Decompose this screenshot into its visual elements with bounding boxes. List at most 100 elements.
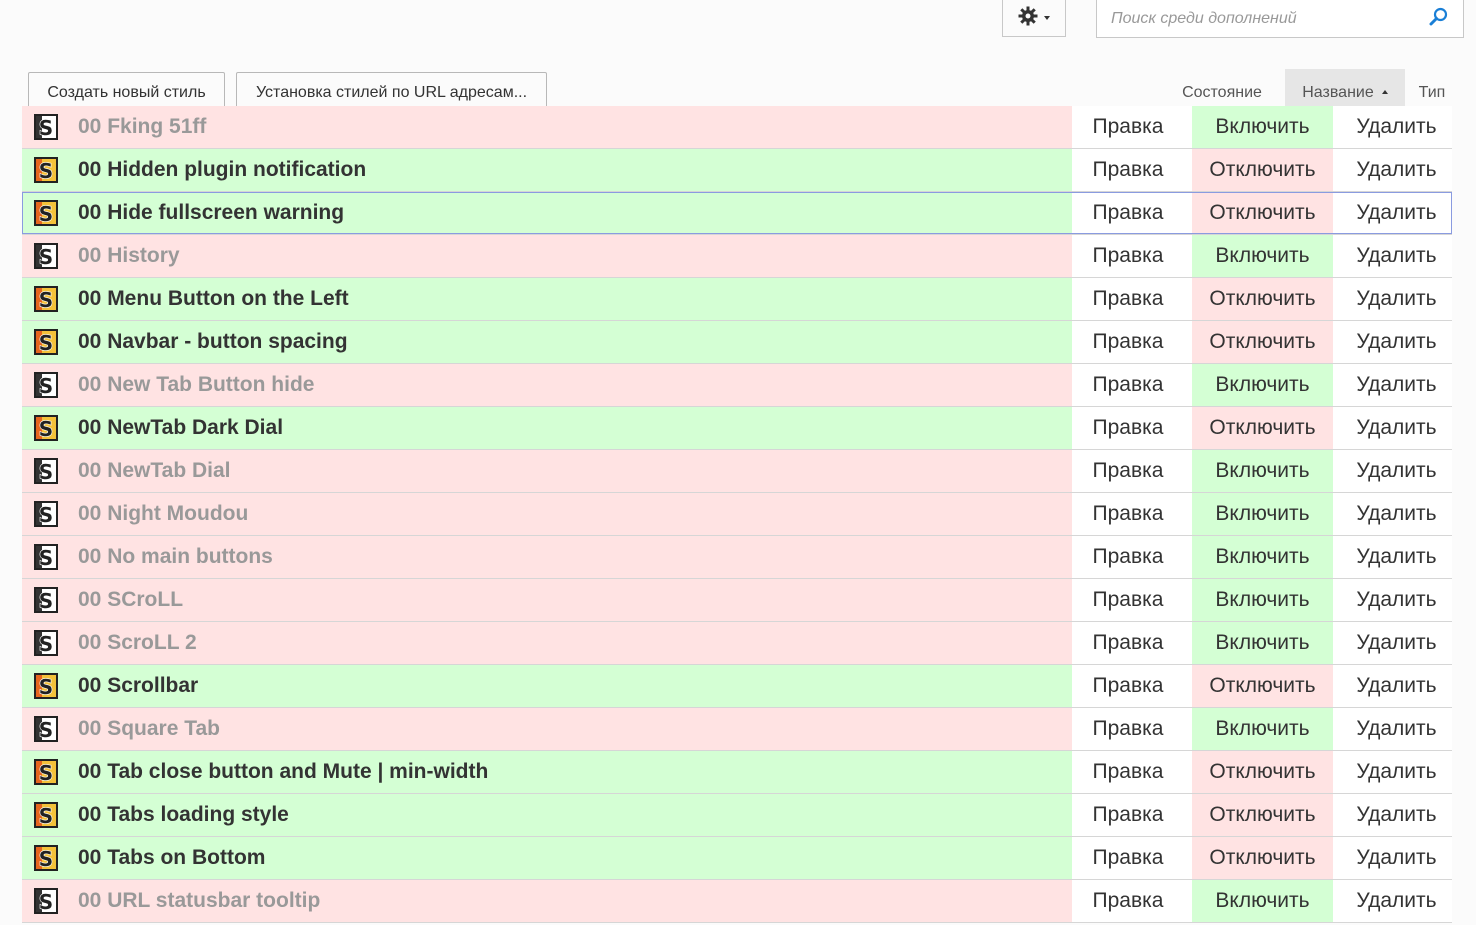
style-row[interactable]: S 00 Tabs loading style Правка Отключить Уда… bbox=[22, 794, 1452, 837]
style-row[interactable]: S 00 Scrollbar Правка Отключить Удалить bbox=[22, 665, 1452, 708]
style-name: 00 Tabs on Bottom bbox=[78, 846, 266, 869]
edit-button[interactable]: Правка bbox=[1072, 880, 1184, 922]
style-icon: S bbox=[22, 149, 70, 191]
disable-button[interactable]: Отключить bbox=[1192, 149, 1333, 191]
style-row[interactable]: S 00 Tab close button and Mute | min-widt… bbox=[22, 751, 1452, 794]
remove-button[interactable]: Удалить bbox=[1341, 106, 1452, 148]
style-icon: S bbox=[22, 235, 70, 277]
edit-button[interactable]: Правка bbox=[1072, 708, 1184, 750]
remove-button[interactable]: Удалить bbox=[1341, 880, 1452, 922]
remove-button[interactable]: Удалить bbox=[1341, 751, 1452, 793]
remove-button[interactable]: Удалить bbox=[1341, 235, 1452, 277]
remove-button[interactable]: Удалить bbox=[1341, 536, 1452, 578]
remove-button[interactable]: Удалить bbox=[1341, 708, 1452, 750]
edit-button[interactable]: Правка bbox=[1072, 794, 1184, 836]
style-row[interactable]: S 00 Menu Button on the Left Правка Отключи… bbox=[22, 278, 1452, 321]
search-icon[interactable] bbox=[1429, 7, 1449, 32]
remove-button[interactable]: Удалить bbox=[1341, 149, 1452, 191]
enable-button[interactable]: Включить bbox=[1192, 579, 1333, 621]
style-name: 00 Menu Button on the Left bbox=[78, 287, 349, 310]
edit-button[interactable]: Правка bbox=[1072, 751, 1184, 793]
edit-button[interactable]: Правка bbox=[1072, 665, 1184, 707]
spacer bbox=[1184, 407, 1192, 449]
disable-button[interactable]: Отключить bbox=[1192, 407, 1333, 449]
spacer bbox=[1333, 235, 1341, 277]
disable-button[interactable]: Отключить bbox=[1192, 751, 1333, 793]
style-row[interactable]: S 00 Hide fullscreen warning Правка Отключи… bbox=[22, 192, 1452, 235]
remove-button[interactable]: Удалить bbox=[1341, 450, 1452, 492]
enable-button[interactable]: Включить bbox=[1192, 106, 1333, 148]
style-row[interactable]: S 00 History Правка Включить Удалить bbox=[22, 235, 1452, 278]
remove-button[interactable]: Удалить bbox=[1341, 407, 1452, 449]
spacer bbox=[1184, 708, 1192, 750]
style-name: 00 Tab close button and Mute | min-width bbox=[78, 760, 489, 783]
disable-button[interactable]: Отключить bbox=[1192, 321, 1333, 363]
style-row[interactable]: S 00 Night Moudou Правка Включить Удалить bbox=[22, 493, 1452, 536]
edit-button[interactable]: Правка bbox=[1072, 622, 1184, 664]
enable-button[interactable]: Включить bbox=[1192, 493, 1333, 535]
edit-button[interactable]: Правка bbox=[1072, 278, 1184, 320]
style-row[interactable]: S 00 URL statusbar tooltip Правка Включить У… bbox=[22, 880, 1452, 923]
disable-button[interactable]: Отключить bbox=[1192, 278, 1333, 320]
remove-button[interactable]: Удалить bbox=[1341, 321, 1452, 363]
remove-button[interactable]: Удалить bbox=[1341, 665, 1452, 707]
remove-button[interactable]: Удалить bbox=[1341, 278, 1452, 320]
disable-button[interactable]: Отключить bbox=[1192, 192, 1333, 234]
spacer bbox=[1333, 622, 1341, 664]
edit-button[interactable]: Правка bbox=[1072, 536, 1184, 578]
enable-button[interactable]: Включить bbox=[1192, 235, 1333, 277]
style-row[interactable]: S 00 No main buttons Правка Включить Удалить bbox=[22, 536, 1452, 579]
svg-text:S: S bbox=[39, 374, 53, 398]
disable-button[interactable]: Отключить bbox=[1192, 837, 1333, 879]
enable-button[interactable]: Включить bbox=[1192, 880, 1333, 922]
style-row[interactable]: S 00 New Tab Button hide Правка Включить Уда… bbox=[22, 364, 1452, 407]
spacer bbox=[1333, 794, 1341, 836]
settings-menu-button[interactable] bbox=[1002, 0, 1066, 37]
style-row[interactable]: S 00 Square Tab Правка Включить Удалить bbox=[22, 708, 1452, 751]
remove-button[interactable]: Удалить bbox=[1341, 794, 1452, 836]
enable-button[interactable]: Включить bbox=[1192, 450, 1333, 492]
edit-button[interactable]: Правка bbox=[1072, 837, 1184, 879]
remove-button[interactable]: Удалить bbox=[1341, 192, 1452, 234]
edit-button[interactable]: Правка bbox=[1072, 450, 1184, 492]
enable-button[interactable]: Включить bbox=[1192, 364, 1333, 406]
enable-button[interactable]: Включить bbox=[1192, 708, 1333, 750]
edit-button[interactable]: Правка bbox=[1072, 321, 1184, 363]
style-row[interactable]: S 00 NewTab Dark Dial Правка Отключить Удали… bbox=[22, 407, 1452, 450]
enable-button[interactable]: Включить bbox=[1192, 622, 1333, 664]
sort-ascending-icon bbox=[1381, 90, 1388, 94]
spacer bbox=[1184, 579, 1192, 621]
style-icon: S bbox=[22, 493, 70, 535]
remove-button[interactable]: Удалить bbox=[1341, 622, 1452, 664]
svg-text:S: S bbox=[39, 890, 53, 914]
style-row[interactable]: S 00 Navbar - button spacing Правка Отключи… bbox=[22, 321, 1452, 364]
spacer bbox=[1333, 192, 1341, 234]
edit-button[interactable]: Правка bbox=[1072, 235, 1184, 277]
style-name: 00 New Tab Button hide bbox=[78, 373, 315, 396]
edit-button[interactable]: Правка bbox=[1072, 493, 1184, 535]
edit-button[interactable]: Правка bbox=[1072, 149, 1184, 191]
style-row[interactable]: S 00 SCroLL Правка Включить Удалить bbox=[22, 579, 1452, 622]
enable-button[interactable]: Включить bbox=[1192, 536, 1333, 578]
remove-button[interactable]: Удалить bbox=[1341, 493, 1452, 535]
svg-text:S: S bbox=[39, 116, 53, 140]
style-row[interactable]: S 00 NewTab Dial Правка Включить Удалить bbox=[22, 450, 1452, 493]
style-row[interactable]: S 00 Tabs on Bottom Правка Отключить Удалить bbox=[22, 837, 1452, 880]
style-row[interactable]: S 00 Fking 51ff Правка Включить Удалить bbox=[22, 106, 1452, 149]
style-row[interactable]: S 00 ScroLL 2 Правка Включить Удалить bbox=[22, 622, 1452, 665]
remove-button[interactable]: Удалить bbox=[1341, 364, 1452, 406]
remove-button[interactable]: Удалить bbox=[1341, 837, 1452, 879]
search-input[interactable] bbox=[1097, 0, 1433, 38]
edit-button[interactable]: Правка bbox=[1072, 106, 1184, 148]
edit-button[interactable]: Правка bbox=[1072, 192, 1184, 234]
style-row[interactable]: S 00 Hidden plugin notification Правка Откл… bbox=[22, 149, 1452, 192]
svg-text:S: S bbox=[39, 245, 53, 269]
disable-button[interactable]: Отключить bbox=[1192, 665, 1333, 707]
edit-button[interactable]: Правка bbox=[1072, 407, 1184, 449]
disable-button[interactable]: Отключить bbox=[1192, 794, 1333, 836]
search-box bbox=[1096, 0, 1464, 38]
spacer bbox=[1184, 880, 1192, 922]
remove-button[interactable]: Удалить bbox=[1341, 579, 1452, 621]
edit-button[interactable]: Правка bbox=[1072, 364, 1184, 406]
edit-button[interactable]: Правка bbox=[1072, 579, 1184, 621]
